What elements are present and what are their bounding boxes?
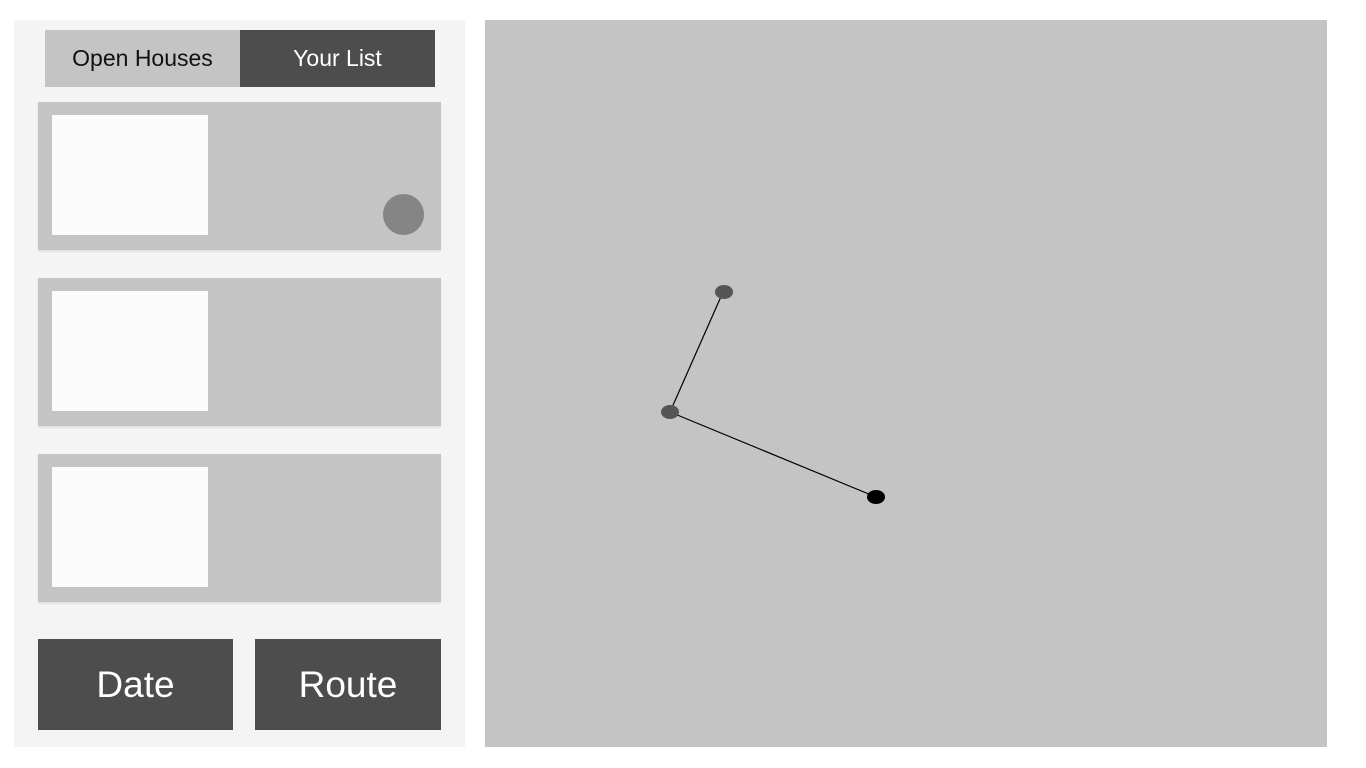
date-button[interactable]: Date [38, 639, 233, 730]
route-button[interactable]: Route [255, 639, 441, 730]
route-overlay [661, 285, 885, 504]
tab-bar: Open Houses Your List [45, 30, 435, 87]
listing-thumbnail [52, 291, 208, 411]
sidebar: Open Houses Your List Date Route [14, 20, 465, 747]
listing-card[interactable] [38, 278, 441, 426]
listing-thumbnail [52, 467, 208, 587]
tab-your-list[interactable]: Your List [240, 30, 435, 87]
route-segment [669, 411, 877, 498]
destination-marker-icon[interactable] [867, 490, 885, 504]
map-view[interactable] [485, 20, 1327, 747]
listing-card[interactable] [38, 454, 441, 602]
listing-thumbnail [52, 115, 208, 235]
route-segment [669, 291, 724, 413]
favorite-dot-icon[interactable] [383, 194, 424, 235]
waypoint-marker-icon[interactable] [661, 405, 679, 419]
waypoint-marker-icon[interactable] [715, 285, 733, 299]
tab-open-houses[interactable]: Open Houses [45, 30, 240, 87]
listing-card[interactable] [38, 102, 441, 250]
